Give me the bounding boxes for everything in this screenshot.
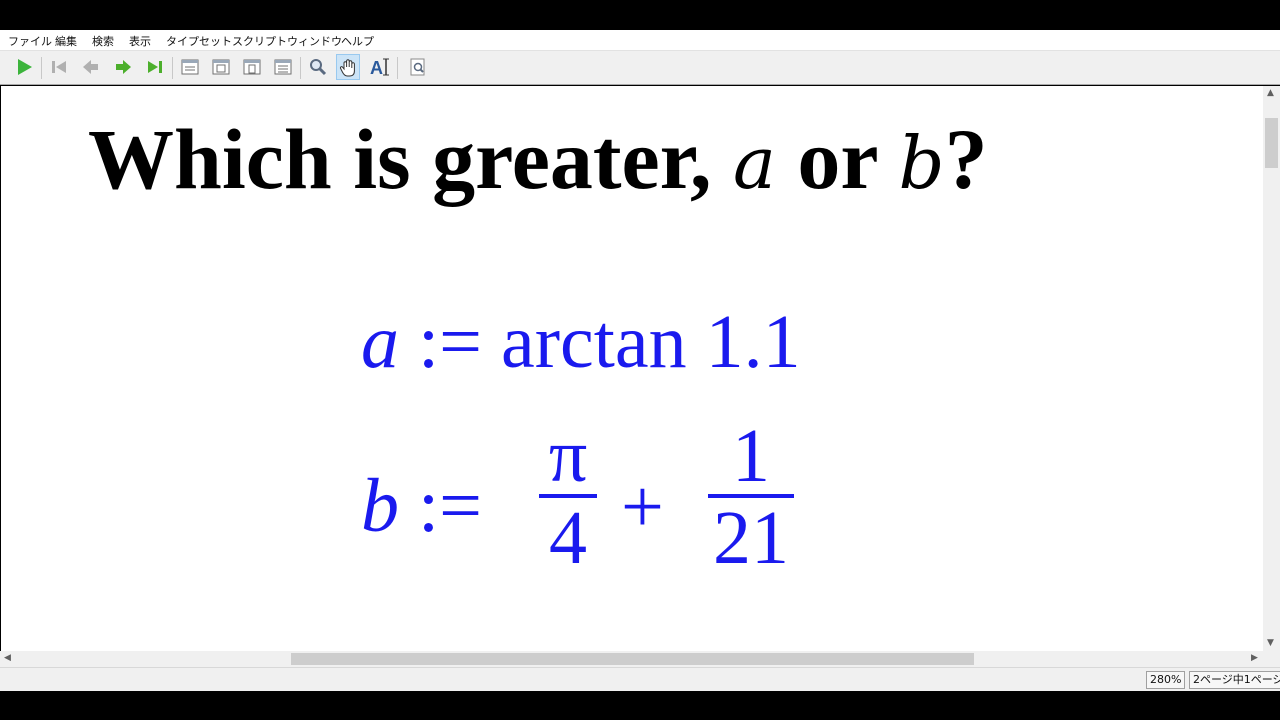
fraction1-numerator: π bbox=[548, 414, 588, 498]
next-page-button[interactable] bbox=[111, 54, 135, 80]
fraction1-denominator: 4 bbox=[549, 496, 587, 580]
toolbar-separator bbox=[300, 57, 301, 79]
horizontal-scroll-thumb[interactable] bbox=[291, 653, 974, 665]
continuous-button[interactable] bbox=[271, 54, 295, 80]
find-in-preview-button[interactable] bbox=[406, 54, 430, 80]
title-variable-b: b bbox=[898, 121, 945, 205]
toolbar-separator bbox=[397, 57, 398, 79]
hand-tool-button[interactable] bbox=[336, 54, 360, 80]
scroll-up-icon[interactable]: ▲ bbox=[1267, 88, 1274, 98]
menu-typeset[interactable]: タイプセット bbox=[166, 33, 232, 49]
svg-text:A: A bbox=[370, 58, 383, 77]
scroll-corner bbox=[1263, 651, 1280, 667]
menu-search[interactable]: 検索 bbox=[92, 33, 114, 49]
last-page-button[interactable] bbox=[143, 54, 167, 80]
first-page-icon bbox=[52, 61, 66, 73]
fraction-pi-over-4: π 4 bbox=[539, 418, 597, 576]
eq1-function: arctan bbox=[500, 300, 687, 384]
pdf-preview-page[interactable]: Which is greater, a or b? a := arctan 1.… bbox=[1, 86, 1263, 651]
toolbar-separator bbox=[172, 57, 173, 79]
single-page-button[interactable] bbox=[240, 54, 264, 80]
run-icon bbox=[18, 59, 32, 75]
fraction-1-over-21: 1 21 bbox=[708, 418, 794, 576]
fit-page-button[interactable] bbox=[209, 54, 233, 80]
magnifier-icon bbox=[310, 59, 327, 76]
previous-page-icon bbox=[83, 60, 98, 74]
fit-width-icon bbox=[181, 59, 199, 75]
menu-bar: ファイル 編集 検索 表示 タイプセット スクリプト ウィンドウ ヘルプ bbox=[0, 30, 1280, 51]
magnifier-button[interactable] bbox=[306, 54, 330, 80]
zoom-level[interactable]: 280% bbox=[1146, 671, 1186, 689]
menu-edit[interactable]: 編集 bbox=[55, 33, 77, 49]
scroll-down-icon[interactable]: ▼ bbox=[1267, 638, 1274, 648]
scroll-right-icon[interactable]: ▶ bbox=[1251, 653, 1258, 663]
run-button[interactable] bbox=[12, 54, 36, 80]
status-bar: 280% 2ページ中1ページ bbox=[0, 667, 1280, 691]
fraction2-numerator: 1 bbox=[732, 414, 770, 498]
menu-script[interactable]: スクリプト bbox=[232, 33, 287, 49]
fit-width-button[interactable] bbox=[178, 54, 202, 80]
eq1-value: 1.1 bbox=[705, 300, 801, 384]
page-title: Which is greater, a or b? bbox=[88, 116, 1188, 202]
fraction2-denominator: 21 bbox=[713, 496, 789, 580]
text-select-icon: A bbox=[370, 58, 389, 77]
find-in-preview-icon bbox=[410, 58, 425, 76]
toolbar-separator bbox=[41, 57, 42, 79]
text-select-button[interactable]: A bbox=[368, 54, 392, 80]
menu-window[interactable]: ウィンドウ bbox=[287, 33, 342, 49]
equation-b-lhs: b := bbox=[361, 468, 482, 544]
previous-page-button[interactable] bbox=[79, 54, 103, 80]
vertical-scroll-thumb[interactable] bbox=[1265, 118, 1278, 168]
first-page-button[interactable] bbox=[47, 54, 71, 80]
menu-view[interactable]: 表示 bbox=[129, 33, 151, 49]
page-indicator: 2ページ中1ページ bbox=[1189, 671, 1280, 689]
fit-page-icon bbox=[212, 59, 230, 75]
eq2-assign: := bbox=[418, 464, 482, 548]
last-page-icon bbox=[148, 61, 162, 73]
continuous-icon bbox=[274, 59, 292, 75]
scroll-left-icon[interactable]: ◀ bbox=[4, 653, 11, 663]
menu-file[interactable]: ファイル bbox=[8, 33, 52, 49]
hand-tool-icon bbox=[339, 59, 355, 77]
equation-a: a := arctan 1.1 bbox=[361, 304, 801, 380]
menu-help[interactable]: ヘルプ bbox=[341, 33, 374, 49]
toolbar: A bbox=[0, 51, 1280, 85]
title-question-mark: ? bbox=[944, 111, 988, 207]
eq2-variable: b bbox=[361, 464, 399, 548]
title-or: or bbox=[797, 111, 878, 207]
single-page-icon bbox=[243, 59, 261, 75]
next-page-icon bbox=[116, 60, 131, 74]
eq1-variable: a bbox=[361, 300, 399, 384]
vertical-scrollbar[interactable]: ▲ ▼ bbox=[1263, 86, 1280, 651]
plus-sign: + bbox=[621, 465, 664, 549]
title-text: Which is greater, bbox=[88, 111, 712, 207]
horizontal-scrollbar[interactable]: ◀ ▶ bbox=[0, 651, 1263, 667]
eq1-assign: := bbox=[418, 300, 482, 384]
title-variable-a: a bbox=[732, 121, 776, 205]
